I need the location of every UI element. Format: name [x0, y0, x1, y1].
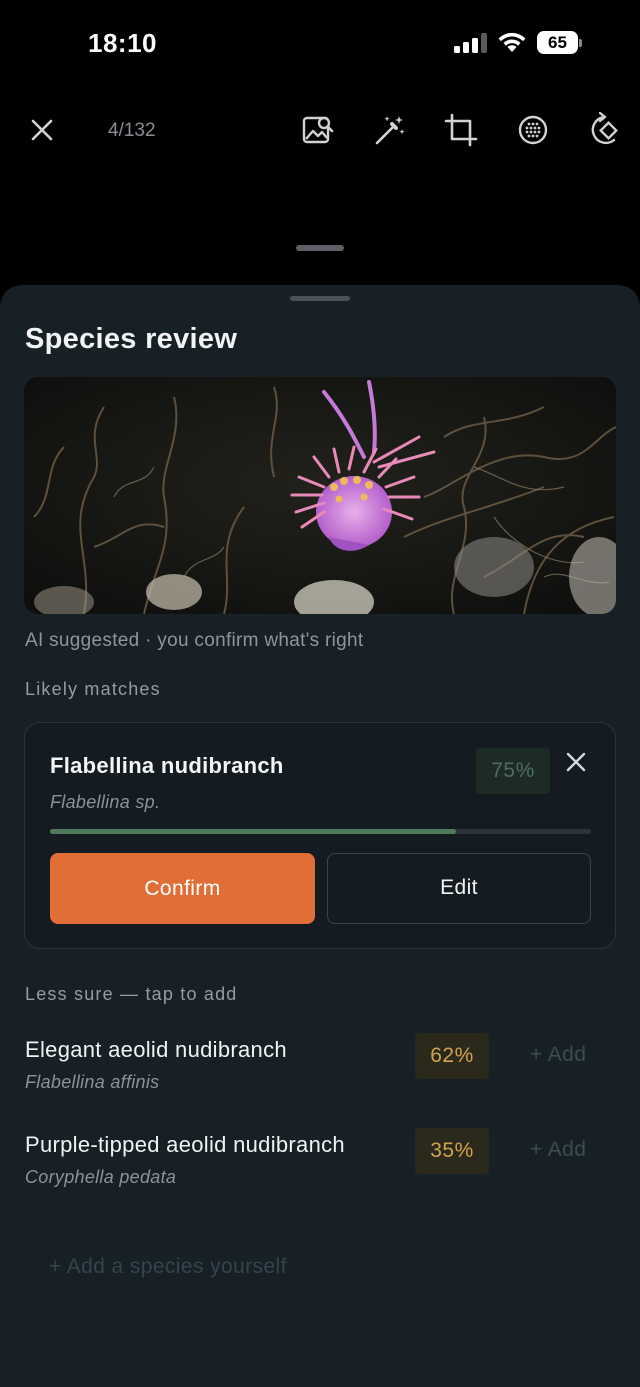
- wifi-icon: [498, 32, 526, 52]
- species-photo: [24, 377, 616, 614]
- alternative-name: Elegant aeolid nudibranch: [25, 1037, 287, 1062]
- nudibranch-photo-image: [24, 377, 616, 614]
- alternative-confidence-badge: 62%: [415, 1033, 489, 1079]
- ai-suggestion-note: AI suggested · you confirm what's right: [25, 630, 364, 651]
- confidence-bar: [50, 829, 591, 834]
- photo-counter: 4/132: [108, 120, 156, 141]
- editor-toolbar: 4/132: [0, 100, 640, 164]
- less-sure-label: Less sure — tap to add: [25, 984, 238, 1004]
- cellular-signal-icon: [454, 33, 487, 53]
- battery-level: 65: [537, 31, 578, 54]
- top-match-card: Flabellina nudibranch Flabellina sp. 75%…: [24, 722, 616, 949]
- sheet-grabber[interactable]: [290, 296, 350, 301]
- alternative-name: Purple-tipped aeolid nudibranch: [25, 1132, 345, 1157]
- list-item[interactable]: Purple-tipped aeolid nudibranch Coryphel…: [0, 1128, 640, 1212]
- grid-circle-icon[interactable]: [515, 112, 551, 148]
- sheet-title: Species review: [25, 323, 238, 355]
- likely-matches-label: Likely matches: [25, 679, 161, 699]
- rotate-icon[interactable]: [586, 112, 622, 148]
- confirm-button[interactable]: Confirm: [50, 853, 315, 924]
- status-time: 18:10: [88, 28, 157, 58]
- top-match-scientific-name: Flabellina sp.: [50, 792, 161, 812]
- close-icon[interactable]: [26, 114, 58, 146]
- top-match-name: Flabellina nudibranch: [50, 753, 284, 778]
- species-review-sheet: Species review AI suggested · you confir…: [0, 285, 640, 1387]
- add-species-yourself-link[interactable]: + Add a species yourself: [49, 1255, 287, 1279]
- add-alternative-button[interactable]: + Add: [530, 1043, 586, 1067]
- edit-button[interactable]: Edit: [327, 853, 591, 924]
- battery-tip: [579, 39, 582, 47]
- photo-pull-handle[interactable]: [296, 245, 344, 251]
- alternative-scientific-name: Coryphella pedata: [25, 1167, 177, 1187]
- crop-icon[interactable]: [443, 112, 479, 148]
- top-match-confidence-badge: 75%: [476, 748, 550, 794]
- alternative-scientific-name: Flabellina affinis: [25, 1072, 160, 1092]
- image-search-icon[interactable]: [300, 112, 336, 148]
- add-alternative-button[interactable]: + Add: [530, 1138, 586, 1162]
- status-bar: 18:10 65: [0, 0, 640, 90]
- alternative-confidence-badge: 35%: [415, 1128, 489, 1174]
- list-item[interactable]: Elegant aeolid nudibranch Flabellina aff…: [0, 1033, 640, 1117]
- dismiss-icon[interactable]: [565, 751, 587, 773]
- confidence-bar-fill: [50, 829, 456, 834]
- battery-indicator: 65: [537, 31, 583, 54]
- magic-wand-icon[interactable]: [372, 112, 408, 148]
